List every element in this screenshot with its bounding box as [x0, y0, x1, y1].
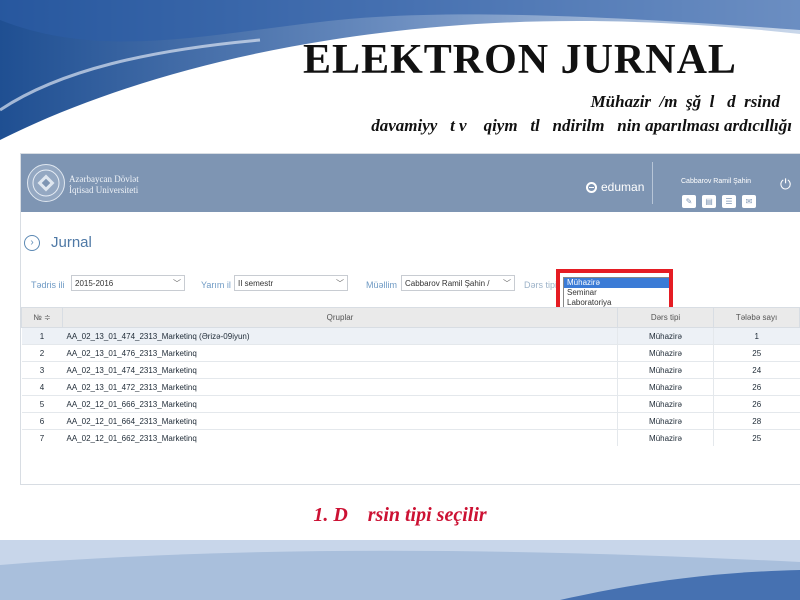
column-header-number[interactable]: № ≑	[21, 307, 63, 328]
row-lesson-type: Mühazirə	[617, 344, 714, 362]
table-row[interactable]: 2 AA_02_13_01_476_2313_Marketinq Mühazir…	[21, 344, 800, 362]
row-student-count: 28	[713, 412, 800, 430]
eduman-brand[interactable]: eduman	[586, 180, 644, 194]
app-header: Azərbaycan Dövlət İqtisad Universiteti e…	[21, 154, 800, 212]
row-student-count: 26	[713, 378, 800, 396]
table-empty-area	[21, 446, 800, 484]
table-row[interactable]: 1 AA_02_13_01_474_2313_Marketinq (Ərizə-…	[21, 327, 800, 345]
header-icon-bar: ✎ ▤ ☰ ✉	[682, 195, 756, 208]
row-number: 4	[21, 378, 63, 396]
archive-icon[interactable]: ▤	[702, 195, 716, 208]
user-name: Cabbarov Ramil Şahin	[681, 178, 752, 185]
row-lesson-type: Mühazirə	[617, 395, 714, 413]
row-lesson-type: Mühazirə	[617, 361, 714, 379]
university-name-line2: İqtisad Universiteti	[69, 185, 139, 195]
mail-icon[interactable]: ✉	[742, 195, 756, 208]
row-group[interactable]: AA_02_13_01_472_2313_Marketinq	[62, 378, 618, 396]
eduman-label: eduman	[601, 180, 645, 194]
table-row[interactable]: 4 AA_02_13_01_472_2313_Marketinq Mühazir…	[21, 378, 800, 396]
row-lesson-type: Mühazirə	[617, 412, 714, 430]
row-group[interactable]: AA_02_13_01_474_2313_Marketinq (Ərizə-09…	[62, 327, 618, 345]
row-student-count: 25	[713, 429, 800, 447]
journal-app-window: Azərbaycan Dövlət İqtisad Universiteti e…	[20, 153, 800, 485]
table-header-row: № ≑ Qruplar Dərs tipi Tələbə sayı	[21, 307, 800, 328]
page-title: Jurnal	[51, 234, 92, 251]
table-row[interactable]: 6 AA_02_12_01_664_2313_Marketinq Mühazir…	[21, 412, 800, 430]
slide-background-bottom	[0, 540, 800, 600]
row-lesson-type: Mühazirə	[617, 378, 714, 396]
row-student-count: 25	[713, 344, 800, 362]
year-value: 2015-2016	[75, 279, 114, 288]
row-student-count: 24	[713, 361, 800, 379]
lesson-type-label: Dərs tipi	[524, 280, 558, 290]
university-logo[interactable]	[27, 164, 65, 202]
slide-subtitle-line1: Mühazir /m şğ l d rsind	[590, 92, 780, 111]
row-number: 3	[21, 361, 63, 379]
row-number: 1	[21, 327, 63, 345]
row-student-count: 1	[713, 327, 800, 345]
chevron-down-icon: ﹀	[503, 279, 511, 288]
edit-icon[interactable]: ✎	[682, 195, 696, 208]
row-lesson-type: Mühazirə	[617, 327, 714, 345]
row-group[interactable]: AA_02_12_01_664_2313_Marketinq	[62, 412, 618, 430]
power-icon[interactable]: ⏻	[780, 176, 791, 193]
filter-bar: Tədris ili 2015-2016 ﹀ Yarım il II semes…	[21, 275, 800, 295]
semester-value: II semestr	[238, 279, 274, 288]
row-student-count: 26	[713, 395, 800, 413]
column-header-student-count[interactable]: Tələbə sayı	[713, 307, 800, 328]
row-group[interactable]: AA_02_13_01_476_2313_Marketinq	[62, 344, 618, 362]
column-header-lesson-type[interactable]: Dərs tipi	[617, 307, 714, 328]
step-caption: 1. D rsin tipi seçilir	[313, 504, 487, 526]
row-group[interactable]: AA_02_12_01_666_2313_Marketinq	[62, 395, 618, 413]
row-number: 5	[21, 395, 63, 413]
row-number: 7	[21, 429, 63, 447]
column-header-groups[interactable]: Qruplar	[62, 307, 618, 328]
list-icon[interactable]: ☰	[722, 195, 736, 208]
row-group[interactable]: AA_02_13_01_474_2313_Marketinq	[62, 361, 618, 379]
table-row[interactable]: 5 AA_02_12_01_666_2313_Marketinq Mühazir…	[21, 395, 800, 413]
row-number: 6	[21, 412, 63, 430]
chevron-right-icon[interactable]: ›	[24, 234, 40, 251]
header-divider	[652, 162, 653, 204]
slide-title: ELEKTRON JURNAL	[303, 37, 737, 83]
chevron-down-icon: ﹀	[173, 279, 181, 288]
university-name-line1: Azərbaycan Dövlət	[69, 174, 139, 184]
teacher-select[interactable]: Cabbarov Ramil Şahin / ﹀	[401, 275, 515, 291]
table-row[interactable]: 3 AA_02_13_01_474_2313_Marketinq Mühazir…	[21, 361, 800, 379]
row-group[interactable]: AA_02_12_01_662_2313_Marketinq	[62, 429, 618, 447]
teacher-label: Müəllim	[366, 280, 398, 290]
semester-select[interactable]: II semestr ﹀	[234, 275, 348, 291]
highlight-box	[556, 269, 673, 312]
year-label: Tədris ili	[31, 280, 65, 290]
eduman-logo-icon	[586, 181, 597, 193]
table-row[interactable]: 7 AA_02_12_01_662_2313_Marketinq Mühazir…	[21, 429, 800, 447]
slide-subtitle-line2: davamiyy t v qiym tl ndirilm nin aparılm…	[371, 116, 792, 135]
chevron-down-icon: ﹀	[336, 279, 344, 288]
groups-table: № ≑ Qruplar Dərs tipi Tələbə sayı 1 AA_0…	[21, 307, 800, 447]
semester-label: Yarım il	[201, 280, 231, 290]
row-number: 2	[21, 344, 63, 362]
row-lesson-type: Mühazirə	[617, 429, 714, 447]
year-select[interactable]: 2015-2016 ﹀	[71, 275, 185, 291]
page-title-row: › Jurnal	[24, 234, 92, 251]
teacher-value: Cabbarov Ramil Şahin /	[405, 279, 490, 288]
